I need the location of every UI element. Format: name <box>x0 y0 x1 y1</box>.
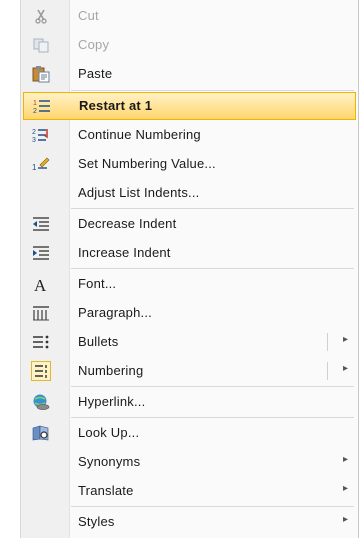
copy-icon <box>31 35 51 55</box>
menu-item-label: Adjust List Indents... <box>78 185 200 200</box>
set-numbering-value-icon: 1 <box>31 154 51 174</box>
menu-item-font[interactable]: A Font... <box>21 270 358 298</box>
menu-item-label: Cut <box>78 8 99 23</box>
menu-item-hyperlink[interactable]: Hyperlink... <box>21 388 358 416</box>
menu-item-restart-at-1[interactable]: 12 Restart at 1 <box>23 92 356 120</box>
menu-separator <box>71 208 354 209</box>
menu-item-label: Paragraph... <box>78 305 152 320</box>
menu-item-label: Numbering <box>78 363 144 378</box>
paragraph-icon <box>31 303 51 323</box>
menu-item-adjust-list-indents[interactable]: Adjust List Indents... <box>21 179 358 207</box>
menu-item-set-numbering-value[interactable]: 1 Set Numbering Value... <box>21 150 358 178</box>
decrease-indent-icon <box>31 214 51 234</box>
increase-indent-icon <box>31 243 51 263</box>
svg-text:3: 3 <box>32 137 36 143</box>
menu-item-translate[interactable]: Translate ▸ <box>21 477 358 505</box>
menu-item-numbering[interactable]: Numbering ▸ <box>21 357 358 385</box>
research-icon <box>31 423 51 443</box>
menu-item-label: Translate <box>78 483 134 498</box>
menu-item-label: Paste <box>78 66 113 81</box>
menu-separator <box>71 417 354 418</box>
submenu-divider <box>327 362 328 380</box>
menu-separator <box>71 386 354 387</box>
bullets-icon <box>31 332 51 352</box>
menu-item-label: Decrease Indent <box>78 216 177 231</box>
scissors-icon <box>31 6 51 26</box>
menu-separator <box>71 268 354 269</box>
menu-item-label: Restart at 1 <box>79 98 153 113</box>
continue-numbering-icon: 23 <box>31 125 51 145</box>
submenu-arrow-icon[interactable]: ▸ <box>343 363 348 374</box>
restart-numbering-icon: 12 <box>32 96 52 116</box>
menu-item-synonyms[interactable]: Synonyms ▸ <box>21 448 358 476</box>
menu-item-bullets[interactable]: Bullets ▸ <box>21 328 358 356</box>
menu-separator <box>71 506 354 507</box>
svg-text:1: 1 <box>33 100 37 107</box>
menu-item-label: Set Numbering Value... <box>78 156 216 171</box>
menu-item-increase-indent[interactable]: Increase Indent <box>21 239 358 267</box>
paste-icon <box>31 64 51 84</box>
menu-item-label: Look Up... <box>78 425 140 440</box>
menu-item-styles[interactable]: Styles ▸ <box>21 508 358 536</box>
menu-item-paragraph[interactable]: Paragraph... <box>21 299 358 327</box>
menu-item-cut[interactable]: Cut <box>21 2 358 30</box>
svg-text:2: 2 <box>33 108 37 114</box>
menu-item-copy[interactable]: Copy <box>21 31 358 59</box>
menu-separator <box>71 90 354 91</box>
menu-item-label: Styles <box>78 514 115 529</box>
svg-text:2: 2 <box>32 129 36 136</box>
context-menu: Cut Copy Paste 12 Restart at 1 23 Contin… <box>20 0 359 538</box>
svg-text:A: A <box>34 276 47 293</box>
menu-item-label: Copy <box>78 37 110 52</box>
menu-item-label: Synonyms <box>78 454 141 469</box>
font-icon: A <box>31 274 51 294</box>
menu-item-label: Bullets <box>78 334 119 349</box>
numbering-icon <box>31 361 51 381</box>
menu-item-label: Hyperlink... <box>78 394 146 409</box>
menu-item-continue-numbering[interactable]: 23 Continue Numbering <box>21 121 358 149</box>
submenu-divider <box>327 333 328 351</box>
hyperlink-icon <box>31 392 51 412</box>
submenu-arrow-icon[interactable]: ▸ <box>343 334 348 345</box>
menu-item-label: Font... <box>78 276 117 291</box>
menu-item-decrease-indent[interactable]: Decrease Indent <box>21 210 358 238</box>
menu-item-label: Increase Indent <box>78 245 171 260</box>
submenu-arrow-icon[interactable]: ▸ <box>343 483 348 494</box>
menu-item-paste[interactable]: Paste <box>21 60 358 88</box>
menu-item-look-up[interactable]: Look Up... <box>21 419 358 447</box>
svg-text:1: 1 <box>32 163 37 172</box>
menu-item-label: Continue Numbering <box>78 127 201 142</box>
submenu-arrow-icon[interactable]: ▸ <box>343 454 348 465</box>
submenu-arrow-icon[interactable]: ▸ <box>343 514 348 525</box>
